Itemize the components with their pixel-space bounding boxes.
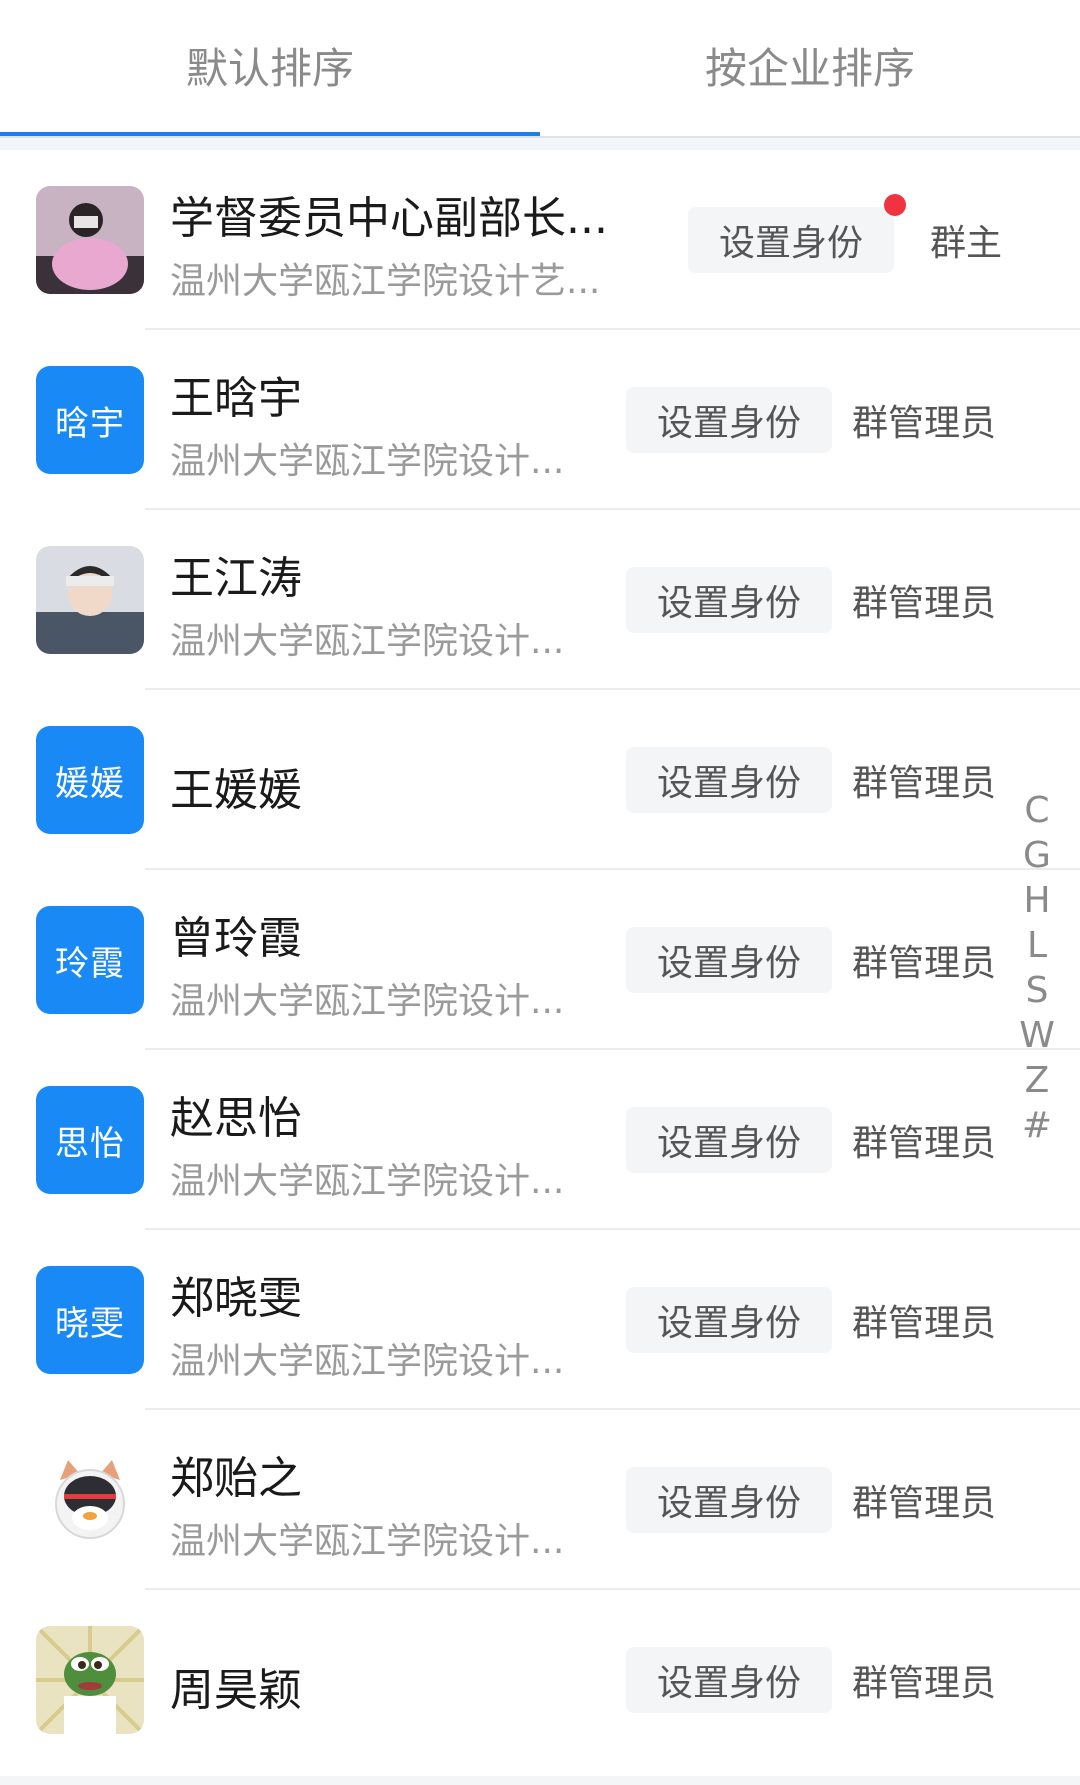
list-item[interactable]: 郑贻之 温州大学瓯江学院设计... 设置身份 群管理员 bbox=[0, 1410, 1080, 1590]
set-identity-button[interactable]: 设置身份 bbox=[626, 1647, 832, 1713]
list-item[interactable]: 玲霞 曾玲霞 温州大学瓯江学院设计... 设置身份 群管理员 bbox=[0, 870, 1080, 1050]
list-item[interactable]: 晓雯 郑晓雯 温州大学瓯江学院设计... 设置身份 群管理员 bbox=[0, 1230, 1080, 1410]
member-name: 王江涛 bbox=[170, 553, 302, 604]
avatar: 晓雯 bbox=[36, 1266, 144, 1374]
member-name: 王媛媛 bbox=[170, 765, 302, 816]
index-letter[interactable]: Z bbox=[1025, 1058, 1050, 1103]
member-name: 学督委员中心副部长... bbox=[170, 193, 608, 244]
set-identity-button[interactable]: 设置身份 bbox=[626, 1107, 832, 1173]
role-label: 群管理员 bbox=[852, 943, 997, 984]
index-letter[interactable]: # bbox=[1022, 1103, 1052, 1148]
set-identity-button[interactable]: 设置身份 bbox=[688, 207, 894, 273]
set-identity-button[interactable]: 设置身份 bbox=[626, 1467, 832, 1533]
avatar bbox=[36, 1626, 144, 1734]
role-label: 群管理员 bbox=[852, 1483, 997, 1524]
tab-divider bbox=[0, 136, 1080, 138]
avatar bbox=[36, 546, 144, 654]
avatar: 媛媛 bbox=[36, 726, 144, 834]
list-item[interactable]: 学督委员中心副部长... 温州大学瓯江学院设计艺... 设置身份 群主 bbox=[0, 150, 1080, 330]
index-letter[interactable]: W bbox=[1019, 1013, 1055, 1058]
set-identity-button[interactable]: 设置身份 bbox=[626, 747, 832, 813]
role-label: 群主 bbox=[930, 223, 1003, 264]
avatar: 晗宇 bbox=[36, 366, 144, 474]
role-label: 群管理员 bbox=[852, 1123, 997, 1164]
index-letter[interactable]: C bbox=[1024, 788, 1049, 833]
sort-tabs: 默认排序 按企业排序 bbox=[0, 0, 1080, 138]
index-letter[interactable]: S bbox=[1026, 968, 1049, 1013]
member-subtitle: 温州大学瓯江学院设计艺... bbox=[170, 261, 601, 302]
avatar bbox=[36, 1446, 144, 1554]
member-name: 王晗宇 bbox=[170, 373, 302, 424]
index-letter[interactable]: G bbox=[1023, 833, 1051, 878]
set-identity-button[interactable]: 设置身份 bbox=[626, 567, 832, 633]
list-item[interactable]: 晗宇 王晗宇 温州大学瓯江学院设计... 设置身份 群管理员 bbox=[0, 330, 1080, 510]
tab-company-sort[interactable]: 按企业排序 bbox=[540, 0, 1080, 138]
member-subtitle: 温州大学瓯江学院设计... bbox=[170, 1161, 565, 1202]
member-name: 周昊颖 bbox=[170, 1665, 302, 1716]
role-label: 群管理员 bbox=[852, 1303, 997, 1344]
avatar bbox=[36, 186, 144, 294]
set-identity-button[interactable]: 设置身份 bbox=[626, 1287, 832, 1353]
notification-dot bbox=[884, 194, 906, 216]
set-identity-button[interactable]: 设置身份 bbox=[626, 387, 832, 453]
member-name: 曾玲霞 bbox=[170, 913, 302, 964]
alphabet-index[interactable]: C G H L S W Z # bbox=[1019, 788, 1055, 1148]
list-item[interactable]: 周昊颖 设置身份 群管理员 bbox=[0, 1590, 1080, 1776]
member-subtitle: 温州大学瓯江学院设计... bbox=[170, 1521, 565, 1562]
member-name: 郑晓雯 bbox=[170, 1273, 302, 1324]
avatar: 玲霞 bbox=[36, 906, 144, 1014]
role-label: 群管理员 bbox=[852, 763, 997, 804]
list-item[interactable]: 王江涛 温州大学瓯江学院设计... 设置身份 群管理员 bbox=[0, 510, 1080, 690]
role-label: 群管理员 bbox=[852, 583, 997, 624]
member-subtitle: 温州大学瓯江学院设计... bbox=[170, 441, 565, 482]
member-name: 郑贻之 bbox=[170, 1453, 302, 1504]
tab-default-sort[interactable]: 默认排序 bbox=[0, 0, 540, 138]
member-name: 赵思怡 bbox=[170, 1093, 302, 1144]
index-letter[interactable]: L bbox=[1027, 923, 1047, 968]
list-item[interactable]: 媛媛 王媛媛 设置身份 群管理员 bbox=[0, 690, 1080, 870]
role-label: 群管理员 bbox=[852, 403, 997, 444]
avatar: 思怡 bbox=[36, 1086, 144, 1194]
member-subtitle: 温州大学瓯江学院设计... bbox=[170, 1341, 565, 1382]
member-list: 学督委员中心副部长... 温州大学瓯江学院设计艺... 设置身份 群主 晗宇 王… bbox=[0, 150, 1080, 1776]
set-identity-button[interactable]: 设置身份 bbox=[626, 927, 832, 993]
member-subtitle: 温州大学瓯江学院设计... bbox=[170, 981, 565, 1022]
list-item[interactable]: 思怡 赵思怡 温州大学瓯江学院设计... 设置身份 群管理员 bbox=[0, 1050, 1080, 1230]
member-subtitle: 温州大学瓯江学院设计... bbox=[170, 621, 565, 662]
role-label: 群管理员 bbox=[852, 1663, 997, 1704]
index-letter[interactable]: H bbox=[1023, 878, 1050, 923]
